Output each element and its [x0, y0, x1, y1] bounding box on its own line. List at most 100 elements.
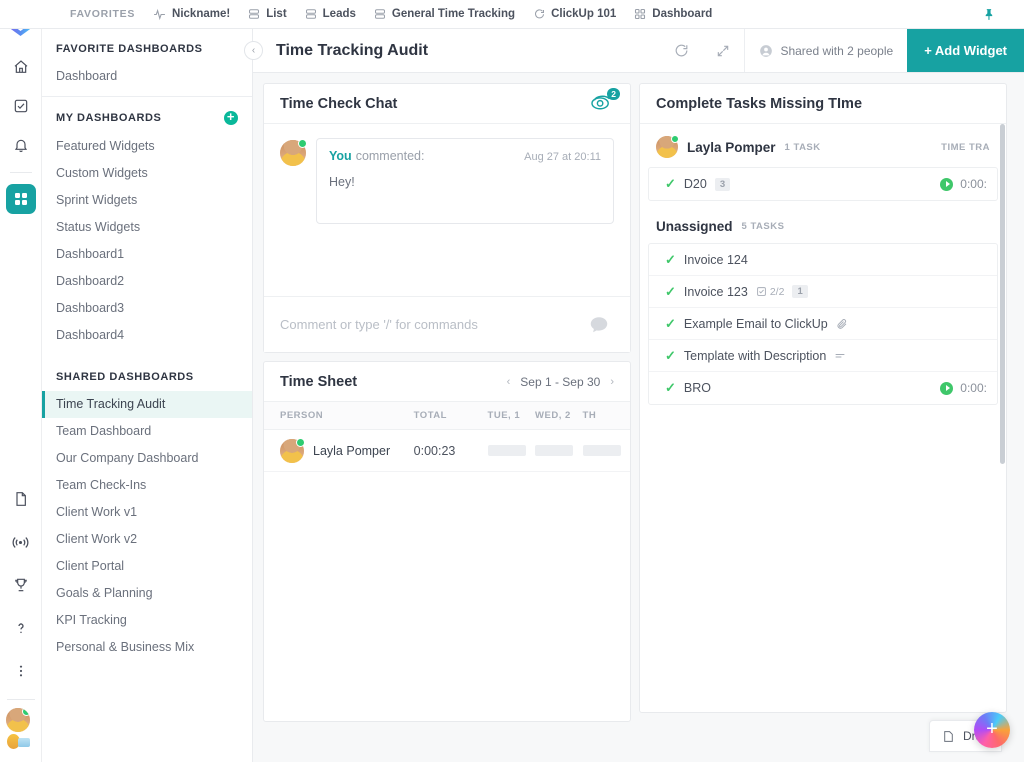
chevron-left-icon[interactable]: ‹ [507, 376, 511, 388]
comment-bubble-icon[interactable] [584, 310, 614, 340]
left-icon-rail [0, 0, 42, 762]
task-row[interactable]: ✓ Example Email to ClickUp [649, 308, 997, 340]
comment-input[interactable] [280, 317, 574, 332]
person-icon [760, 44, 773, 57]
sidebar-item-sprint-widgets[interactable]: Sprint Widgets [42, 187, 252, 214]
favorite-tab-dashboard[interactable]: Dashboard [634, 8, 712, 20]
favorite-tab-nickname[interactable]: Nickname! [153, 8, 230, 21]
chevron-left-icon[interactable]: ‹ [244, 41, 263, 60]
more-options-icon[interactable] [6, 656, 36, 686]
task-complete-check-icon[interactable]: ✓ [665, 316, 676, 332]
task-row[interactable]: ✓ Invoice 123 2/2 1 [649, 276, 997, 308]
notifications-icon[interactable] [6, 130, 36, 160]
message-author: You [329, 149, 352, 163]
task-row[interactable]: ✓ Invoice 124 [649, 244, 997, 276]
sidebar-item-client-portal[interactable]: Client Portal [42, 553, 252, 580]
create-new-button[interactable]: + [974, 712, 1010, 748]
task-name: Invoice 124 [683, 252, 748, 267]
sidebar-item-dashboard1[interactable]: Dashboard1 [42, 241, 252, 268]
message-action: commented: [355, 149, 425, 163]
refresh-icon[interactable] [660, 29, 702, 72]
add-widget-button[interactable]: + Add Widget [907, 29, 1024, 72]
chevron-right-icon[interactable]: › [610, 376, 614, 388]
sidebar-item-our-company-dashboard[interactable]: Our Company Dashboard [42, 445, 252, 472]
task-time-value: 0:00: [960, 381, 987, 395]
sidebar-item-dashboard4[interactable]: Dashboard4 [42, 322, 252, 349]
favorite-tab-list[interactable]: List [248, 8, 287, 20]
message-timestamp: Aug 27 at 20:11 [524, 151, 601, 163]
sidebar-item-team-check-ins[interactable]: Team Check-Ins [42, 472, 252, 499]
tasks-icon[interactable] [6, 91, 36, 121]
watchers-count-badge: 2 [607, 87, 620, 100]
task-complete-check-icon[interactable]: ✓ [665, 284, 676, 300]
widget-scrollbar[interactable] [1000, 124, 1005, 464]
avatar [280, 139, 307, 166]
task-name: Example Email to ClickUp [683, 316, 828, 331]
sidebar-item-client-work-v1[interactable]: Client Work v1 [42, 499, 252, 526]
page-title: Time Tracking Audit [276, 41, 429, 59]
pin-icon[interactable] [983, 8, 996, 21]
complete-tasks-missing-time-widget: Complete Tasks Missing TIme Layla Pomper… [639, 83, 1007, 713]
checklist-icon: 2/2 [756, 286, 784, 298]
chat-widget-header: Time Check Chat 2 [264, 84, 630, 124]
play-icon[interactable] [940, 381, 954, 395]
online-status-dot [671, 135, 679, 143]
shared-dashboards-title: SHARED DASHBOARDS [56, 371, 194, 383]
task-complete-check-icon[interactable]: ✓ [665, 176, 676, 192]
sidebar-item-dashboard3[interactable]: Dashboard3 [42, 295, 252, 322]
play-icon[interactable] [940, 177, 954, 191]
broadcast-icon[interactable] [6, 527, 36, 557]
timesheet-day-cell[interactable] [487, 445, 535, 456]
docs-icon[interactable] [6, 484, 36, 514]
message-text: Hey! [329, 175, 355, 189]
description-icon [834, 350, 846, 362]
sidebar-item-time-tracking-audit[interactable]: Time Tracking Audit [42, 391, 252, 418]
table-row[interactable]: Layla Pomper 0:00:23 [264, 430, 630, 472]
timesheet-column-headers: PERSON TOTAL TUE, 1 WED, 2 TH [264, 402, 630, 430]
column-header-day: TH [582, 410, 597, 421]
plus-icon[interactable]: + [224, 110, 238, 125]
help-icon[interactable] [6, 613, 36, 643]
eye-icon[interactable]: 2 [590, 87, 620, 115]
task-complete-check-icon[interactable]: ✓ [665, 380, 676, 396]
column-header-time-tracked: TIME TRA [941, 141, 990, 153]
task-group-header[interactable]: Layla Pomper 1 TASK TIME TRA [640, 124, 1006, 167]
task-time-tracked[interactable]: 0:00: [940, 177, 987, 191]
sidebar-item-dashboard2[interactable]: Dashboard2 [42, 268, 252, 295]
list-icon [374, 9, 385, 19]
favorite-tab-clickup-101[interactable]: ClickUp 101 [533, 8, 616, 20]
task-complete-check-icon[interactable]: ✓ [665, 348, 676, 364]
task-complete-check-icon[interactable]: ✓ [665, 252, 676, 268]
task-row[interactable]: ✓ D20 3 0:00: [649, 168, 997, 200]
user-avatar[interactable] [5, 708, 36, 754]
sidebar-item-client-work-v2[interactable]: Client Work v2 [42, 526, 252, 553]
task-row[interactable]: ✓ Template with Description [649, 340, 997, 372]
task-time-tracked[interactable]: 0:00: [940, 381, 987, 395]
rail-divider [9, 172, 32, 173]
sidebar-item-kpi-tracking[interactable]: KPI Tracking [42, 607, 252, 634]
shared-with-button[interactable]: Shared with 2 people [744, 29, 907, 72]
favorite-tab-general-time-tracking[interactable]: General Time Tracking [374, 8, 515, 20]
widget-column-right: Complete Tasks Missing TIme Layla Pomper… [639, 83, 1007, 713]
sidebar-item-team-dashboard[interactable]: Team Dashboard [42, 418, 252, 445]
goals-trophy-icon[interactable] [6, 570, 36, 600]
sidebar-item-featured-widgets[interactable]: Featured Widgets [42, 133, 252, 160]
favorite-tab-leads[interactable]: Leads [305, 8, 356, 20]
sidebar-item-personal-business-mix[interactable]: Personal & Business Mix [42, 634, 252, 661]
home-icon[interactable] [6, 52, 36, 82]
task-group-header[interactable]: Unassigned 5 TASKS [640, 219, 1006, 243]
dashboards-icon[interactable] [5, 184, 36, 214]
sidebar-item-dashboard[interactable]: Dashboard [42, 63, 252, 90]
sidebar-item-custom-widgets[interactable]: Custom Widgets [42, 160, 252, 187]
sidebar-item-status-widgets[interactable]: Status Widgets [42, 214, 252, 241]
list-icon [249, 9, 260, 19]
task-row[interactable]: ✓ BRO 0:00: [649, 372, 997, 404]
timesheet-day-cell[interactable] [535, 445, 582, 456]
favorite-tab-label: General Time Tracking [391, 8, 516, 20]
task-name: Template with Description [683, 348, 827, 363]
sidebar-item-goals-planning[interactable]: Goals & Planning [42, 580, 252, 607]
timesheet-day-cell[interactable] [582, 445, 630, 456]
task-group-name: Layla Pomper [687, 139, 776, 155]
expand-icon[interactable] [702, 29, 744, 72]
favorite-tab-label: ClickUp 101 [551, 8, 617, 20]
